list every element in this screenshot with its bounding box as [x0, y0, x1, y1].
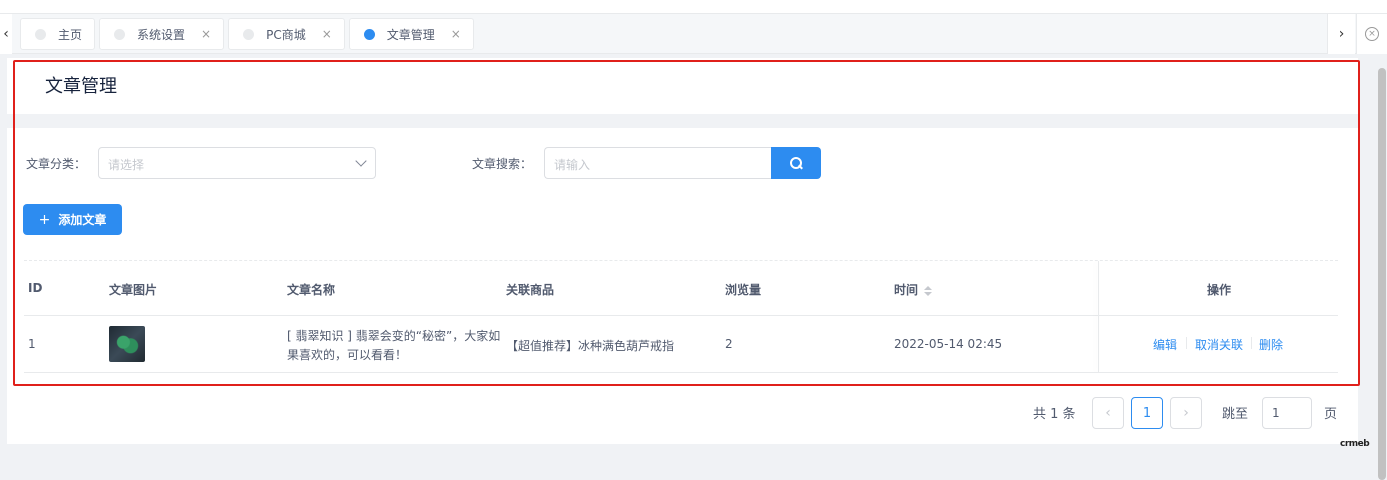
tab-bar: ‹ 主页 系统设置 × PC商城 × 文章管理 × › × — [0, 14, 1387, 54]
search-filter-label: 文章搜索： — [472, 157, 533, 171]
jump-to-label: 跳至 — [1222, 407, 1249, 422]
column-header-id: ID — [28, 281, 43, 295]
chevron-down-icon — [355, 155, 367, 167]
edit-link[interactable]: 编辑 — [1153, 336, 1177, 353]
top-strip — [0, 0, 1387, 14]
action-divider — [1251, 337, 1252, 349]
fixed-column-divider — [1098, 261, 1099, 373]
tab-scroll-right-button[interactable]: › — [1327, 14, 1355, 54]
page-suffix-label: 页 — [1324, 407, 1338, 422]
action-divider — [1186, 337, 1187, 349]
tab-status-dot — [243, 28, 255, 40]
add-article-button[interactable]: + 添加文章 — [23, 204, 122, 235]
next-page-button[interactable]: › — [1170, 397, 1202, 429]
category-filter-label: 文章分类： — [26, 157, 87, 171]
delete-link[interactable]: 删除 — [1259, 336, 1283, 353]
column-header-views: 浏览量 — [725, 283, 762, 297]
cell-views: 2 — [725, 337, 733, 351]
column-header-image: 文章图片 — [109, 283, 158, 297]
cell-id: 1 — [28, 337, 36, 351]
search-input[interactable]: 请输入 — [544, 147, 772, 179]
cell-time: 2022-05-14 02:45 — [894, 337, 1003, 351]
article-name-line-2: 果喜欢的，可以看看！ — [287, 348, 408, 362]
column-header-actions: 操作 — [1207, 283, 1232, 297]
unlink-product-link[interactable]: 取消关联 — [1195, 336, 1243, 353]
search-button[interactable] — [771, 147, 821, 179]
tab-system-settings[interactable]: 系统设置 × — [99, 18, 225, 50]
header-divider — [24, 315, 1338, 316]
tab-status-dot — [114, 28, 126, 40]
tab-label: 文章管理 — [386, 27, 435, 42]
close-circle-icon: × — [1365, 27, 1379, 41]
close-all-tabs-button[interactable]: × — [1356, 14, 1387, 54]
plus-icon: + — [38, 211, 51, 228]
row-divider — [24, 372, 1338, 373]
jump-page-value: 1 — [1272, 406, 1280, 420]
tab-label: 系统设置 — [137, 27, 186, 42]
tab-home[interactable]: 主页 — [20, 18, 96, 50]
column-header-time-label: 时间 — [894, 283, 919, 297]
article-image-thumbnail[interactable] — [109, 326, 145, 362]
sort-icon[interactable] — [924, 285, 933, 296]
tab-close-icon[interactable]: × — [451, 27, 461, 41]
category-select[interactable]: 请选择 — [98, 147, 376, 179]
column-header-name: 文章名称 — [287, 283, 336, 297]
column-header-time[interactable]: 时间 — [894, 281, 933, 298]
crmeb-logo: crmeb — [1340, 439, 1370, 449]
add-article-label: 添加文章 — [58, 213, 107, 227]
page-1-button[interactable]: 1 — [1131, 397, 1163, 429]
jump-page-input[interactable]: 1 — [1262, 397, 1312, 429]
column-header-product: 关联商品 — [506, 283, 555, 297]
article-name-line-1: [ 翡翠知识 ] 翡翠会变的“秘密”，大家如 — [287, 329, 501, 343]
table-top-border — [24, 260, 1338, 261]
tab-scroll-left-button[interactable]: ‹ — [0, 14, 12, 54]
cell-article-name: [ 翡翠知识 ] 翡翠会变的“秘密”，大家如 果喜欢的，可以看看！ — [287, 327, 507, 365]
page-title: 文章管理 — [45, 76, 117, 97]
page-header: 文章管理 — [7, 58, 1358, 114]
tab-article-management[interactable]: 文章管理 × — [348, 18, 474, 50]
search-input-placeholder: 请输入 — [554, 158, 591, 172]
tab-close-icon[interactable]: × — [322, 27, 332, 41]
category-select-placeholder: 请选择 — [108, 158, 145, 172]
tab-label: PC商城 — [266, 27, 306, 42]
tab-status-dot — [363, 28, 375, 40]
tab-pc-mall[interactable]: PC商城 × — [228, 18, 345, 50]
tab-close-icon[interactable]: × — [201, 27, 211, 41]
tab-status-dot — [35, 28, 46, 40]
pagination-total: 共 1 条 — [1033, 407, 1076, 422]
tab-list: 主页 系统设置 × PC商城 × 文章管理 × — [20, 18, 474, 50]
scrollbar-thumb[interactable] — [1378, 68, 1386, 480]
search-icon — [790, 157, 802, 169]
cell-linked-product: 【超值推荐】冰种满色葫芦戒指 — [506, 339, 675, 353]
tab-label: 主页 — [58, 27, 83, 42]
prev-page-button[interactable]: ‹ — [1092, 397, 1124, 429]
